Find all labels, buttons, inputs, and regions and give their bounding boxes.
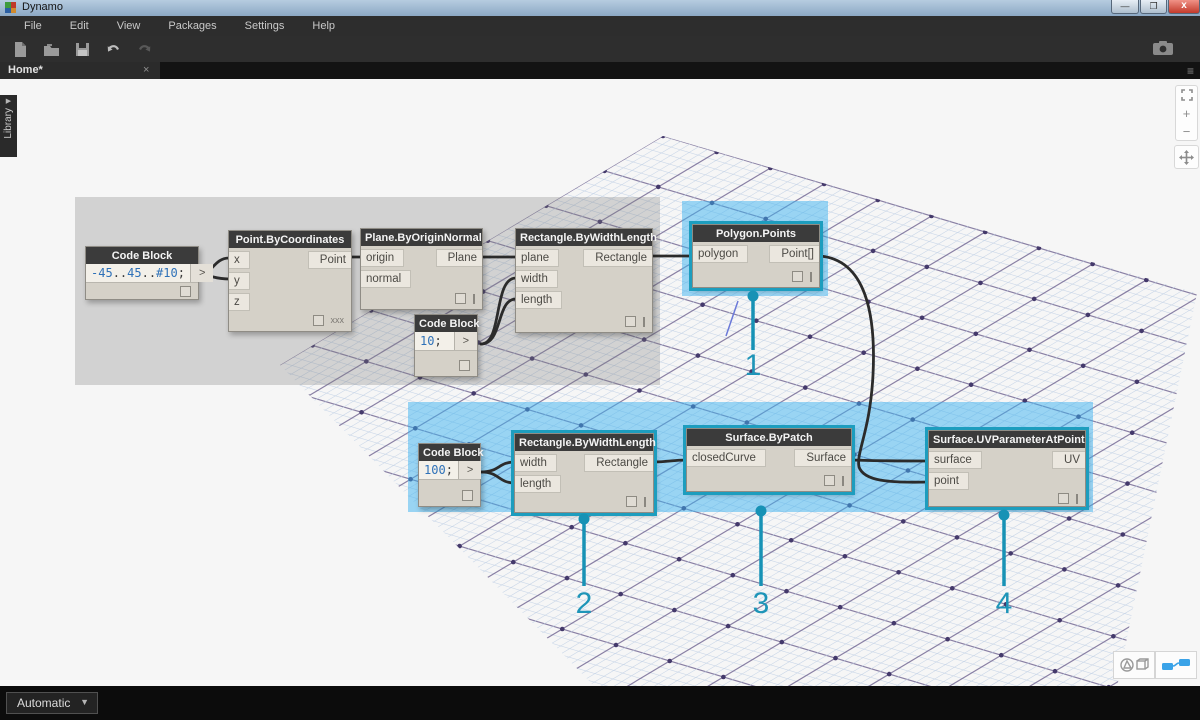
menu-bar: File Edit View Packages Settings Help xyxy=(0,16,1200,36)
menu-settings[interactable]: Settings xyxy=(231,20,299,32)
toolbar xyxy=(0,36,1200,62)
zoom-in-button[interactable]: + xyxy=(1176,104,1197,122)
redo-icon[interactable] xyxy=(136,41,153,58)
menu-edit[interactable]: Edit xyxy=(56,20,103,32)
pan-button[interactable] xyxy=(1174,145,1199,169)
app-icon xyxy=(5,2,16,13)
library-label: Library xyxy=(3,108,14,139)
window-title: Dynamo xyxy=(22,1,63,13)
menu-help[interactable]: Help xyxy=(298,20,349,32)
undo-icon[interactable] xyxy=(105,41,122,58)
annotation-arrow xyxy=(725,300,739,337)
menu-view[interactable]: View xyxy=(103,20,155,32)
dynamo-window: Code Block -45..45..#10; > Point.ByCoord… xyxy=(0,0,1200,720)
title-bar: Dynamo — ❐ x xyxy=(0,0,1200,17)
callout-layer xyxy=(578,290,1010,586)
minimize-button[interactable]: — xyxy=(1111,0,1139,14)
tab-close-icon[interactable]: × xyxy=(143,62,149,78)
library-panel-collapsed[interactable]: ▶ Library xyxy=(0,95,17,157)
open-icon[interactable] xyxy=(43,41,60,58)
callout-1: 1 xyxy=(744,349,762,382)
restore-button[interactable]: ❐ xyxy=(1140,0,1167,14)
zoom-controls: + − xyxy=(1175,85,1198,141)
bottom-bar: Automatic ▼ xyxy=(0,686,1200,720)
callout-2: 2 xyxy=(575,587,593,620)
view-toggle-group xyxy=(1113,651,1197,679)
save-icon[interactable] xyxy=(74,41,91,58)
callout-3: 3 xyxy=(752,587,770,620)
geometry-preview-button[interactable] xyxy=(1113,651,1155,679)
run-mode-dropdown[interactable]: Automatic ▼ xyxy=(6,692,98,714)
tab-label: Home* xyxy=(8,64,43,76)
menu-file[interactable]: File xyxy=(10,20,56,32)
callout-4: 4 xyxy=(995,587,1013,620)
zoom-out-button[interactable]: − xyxy=(1176,122,1197,140)
chevron-down-icon: ▼ xyxy=(80,697,89,707)
camera-icon[interactable] xyxy=(1152,40,1174,56)
run-mode-value: Automatic xyxy=(17,696,71,710)
tab-overflow-icon[interactable]: ≡ xyxy=(1187,64,1194,78)
menu-packages[interactable]: Packages xyxy=(154,20,230,32)
new-file-icon[interactable] xyxy=(12,41,29,58)
graph-view-button[interactable] xyxy=(1155,651,1197,679)
expand-arrow-icon: ▶ xyxy=(5,98,12,105)
tab-home[interactable]: Home* × xyxy=(0,62,160,79)
close-button[interactable]: x xyxy=(1168,0,1200,14)
fit-view-button[interactable] xyxy=(1176,86,1197,104)
tab-bar: Home* × ≡ xyxy=(0,62,1200,79)
